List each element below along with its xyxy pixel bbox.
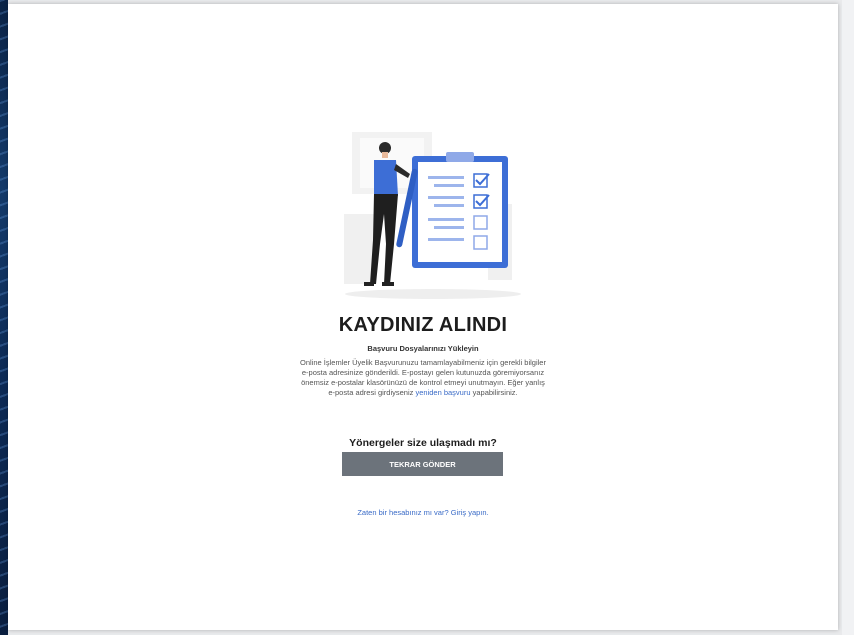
clipboard-clip [446,152,474,162]
bg-box [344,214,374,284]
list-line [428,196,464,199]
background-right [842,0,854,635]
person-pants [370,194,398,284]
info-text-end: yapabilirsiniz. [472,388,518,397]
list-line [428,218,464,221]
background-image-strip [0,0,8,635]
page-title: KAYDINIZ ALINDI [338,314,508,336]
person-neck [382,152,388,158]
resend-button[interactable]: TEKRAR GÖNDER [342,452,503,476]
login-link[interactable]: Zaten bir hesabınız mı var? Giriş yapın. [8,508,838,517]
floor-shadow [345,289,521,299]
list-line [428,238,464,241]
list-line [428,176,464,179]
person-shoe [382,282,394,286]
list-line [434,226,464,229]
list-line [434,204,464,207]
person-shoe [364,282,374,286]
info-paragraph: Online İşlemler Üyelik Başvurunuzu tamam… [298,358,548,398]
checklist-person-illustration [344,132,521,299]
person-shirt [374,160,398,196]
reapply-link[interactable]: yeniden başvuru [415,388,470,397]
registration-card: KAYDINIZ ALINDI Başvuru Dosyalarınızı Yü… [8,4,838,630]
resend-question: Yönergeler size ulaşmadı mı? [349,437,497,449]
page-subtitle: Başvuru Dosyalarınızı Yükleyin [367,344,479,353]
list-line [434,184,464,187]
